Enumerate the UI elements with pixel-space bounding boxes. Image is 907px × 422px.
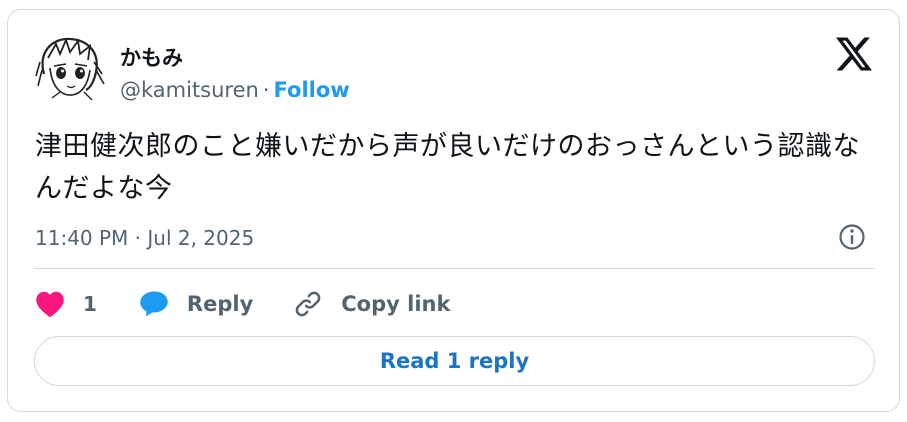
speech-bubble-icon [140,291,168,317]
like-count: 1 [83,292,97,316]
author-handle[interactable]: @kamitsuren [120,78,259,102]
info-icon[interactable] [837,222,867,252]
handle-separator: · [262,78,270,102]
action-bar: 1 Reply Copy link [35,286,450,322]
x-logo-icon[interactable] [836,37,872,71]
copy-link-label: Copy link [341,292,451,316]
read-replies-label: Read 1 reply [379,349,530,373]
like-button[interactable]: 1 [35,290,97,318]
avatar[interactable] [34,32,106,104]
reply-label: Reply [186,292,254,316]
follow-button[interactable]: Follow [274,78,350,102]
link-icon [295,291,321,317]
heart-icon [36,291,64,318]
read-replies-button[interactable]: Read 1 reply [34,336,875,386]
copy-link-button[interactable]: Copy link [293,289,450,319]
tweet-timestamp[interactable]: 11:40 PM · Jul 2, 2025 [35,223,254,253]
reply-button[interactable]: Reply [139,290,253,318]
author-handle-row: @kamitsuren · Follow [120,75,350,105]
author-display-name[interactable]: かもみ [120,45,183,71]
tweet-card: かもみ @kamitsuren · Follow 津田健次郎のこと嫌いだから声が良い… [7,9,900,412]
divider [34,268,875,269]
tweet-text: 津田健次郎のこと嫌いだから声が良いだけのおっさんという認識なんだよな今 [35,131,860,204]
